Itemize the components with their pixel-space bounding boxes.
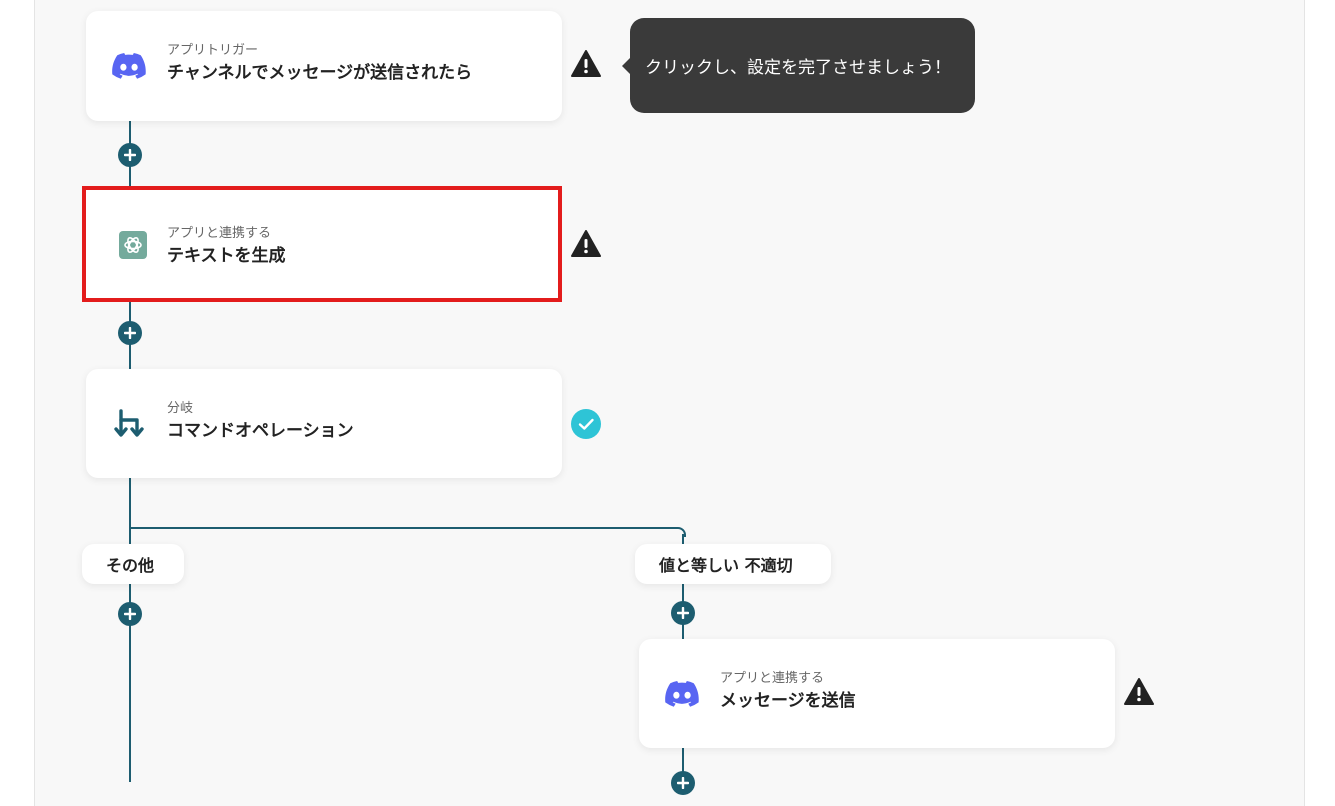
plus-icon [124, 149, 136, 161]
card-text: アプリと連携する テキストを生成 [167, 226, 286, 268]
tooltip-text: クリックし、設定を完了させましょう！ [645, 58, 951, 78]
connector-line [129, 477, 131, 782]
add-step-button[interactable] [118, 321, 142, 345]
plus-icon [677, 607, 689, 619]
check-complete-icon [570, 408, 602, 440]
warning-icon [570, 48, 602, 80]
step-card-generate-text[interactable]: アプリと連携する テキストを生成 [82, 186, 562, 302]
card-subtitle: 分岐 [167, 401, 194, 416]
branch-connector-line [129, 527, 677, 529]
discord-icon [665, 679, 699, 709]
branch-label-text: その他 [106, 556, 155, 575]
step-card-send-message[interactable]: アプリと連携する メッセージを送信 [639, 639, 1115, 748]
card-subtitle: アプリと連携する [167, 226, 272, 241]
plus-icon [677, 777, 689, 789]
plus-icon [124, 608, 136, 620]
setup-tooltip: クリックし、設定を完了させましょう！ [622, 18, 975, 113]
card-subtitle: アプリと連携する [720, 671, 825, 686]
warning-icon [570, 228, 602, 260]
branch-label-text: 値と等しい 不適切 [659, 556, 793, 575]
card-title: メッセージを送信 [720, 691, 856, 711]
plus-icon [124, 327, 136, 339]
step-card-trigger[interactable]: アプリトリガー チャンネルでメッセージが送信されたら [86, 11, 562, 121]
card-title: チャンネルでメッセージが送信されたら [167, 63, 473, 83]
chatgpt-icon [116, 230, 150, 260]
card-text: アプリと連携する メッセージを送信 [720, 671, 856, 713]
warning-icon [1123, 676, 1155, 708]
discord-icon [112, 51, 146, 81]
branch-icon [112, 409, 146, 439]
branch-label-equals[interactable]: 値と等しい 不適切 [635, 544, 831, 584]
card-subtitle: アプリトリガー [167, 43, 259, 58]
add-step-button[interactable] [671, 771, 695, 795]
branch-label-other[interactable]: その他 [82, 544, 184, 584]
add-step-button[interactable] [118, 143, 142, 167]
card-title: コマンドオペレーション [167, 421, 354, 441]
card-text: 分岐 コマンドオペレーション [167, 401, 354, 443]
card-text: アプリトリガー チャンネルでメッセージが送信されたら [167, 43, 472, 85]
add-step-button[interactable] [118, 602, 142, 626]
add-step-button[interactable] [671, 601, 695, 625]
card-title: テキストを生成 [167, 246, 286, 266]
step-card-branch[interactable]: 分岐 コマンドオペレーション [86, 369, 562, 478]
